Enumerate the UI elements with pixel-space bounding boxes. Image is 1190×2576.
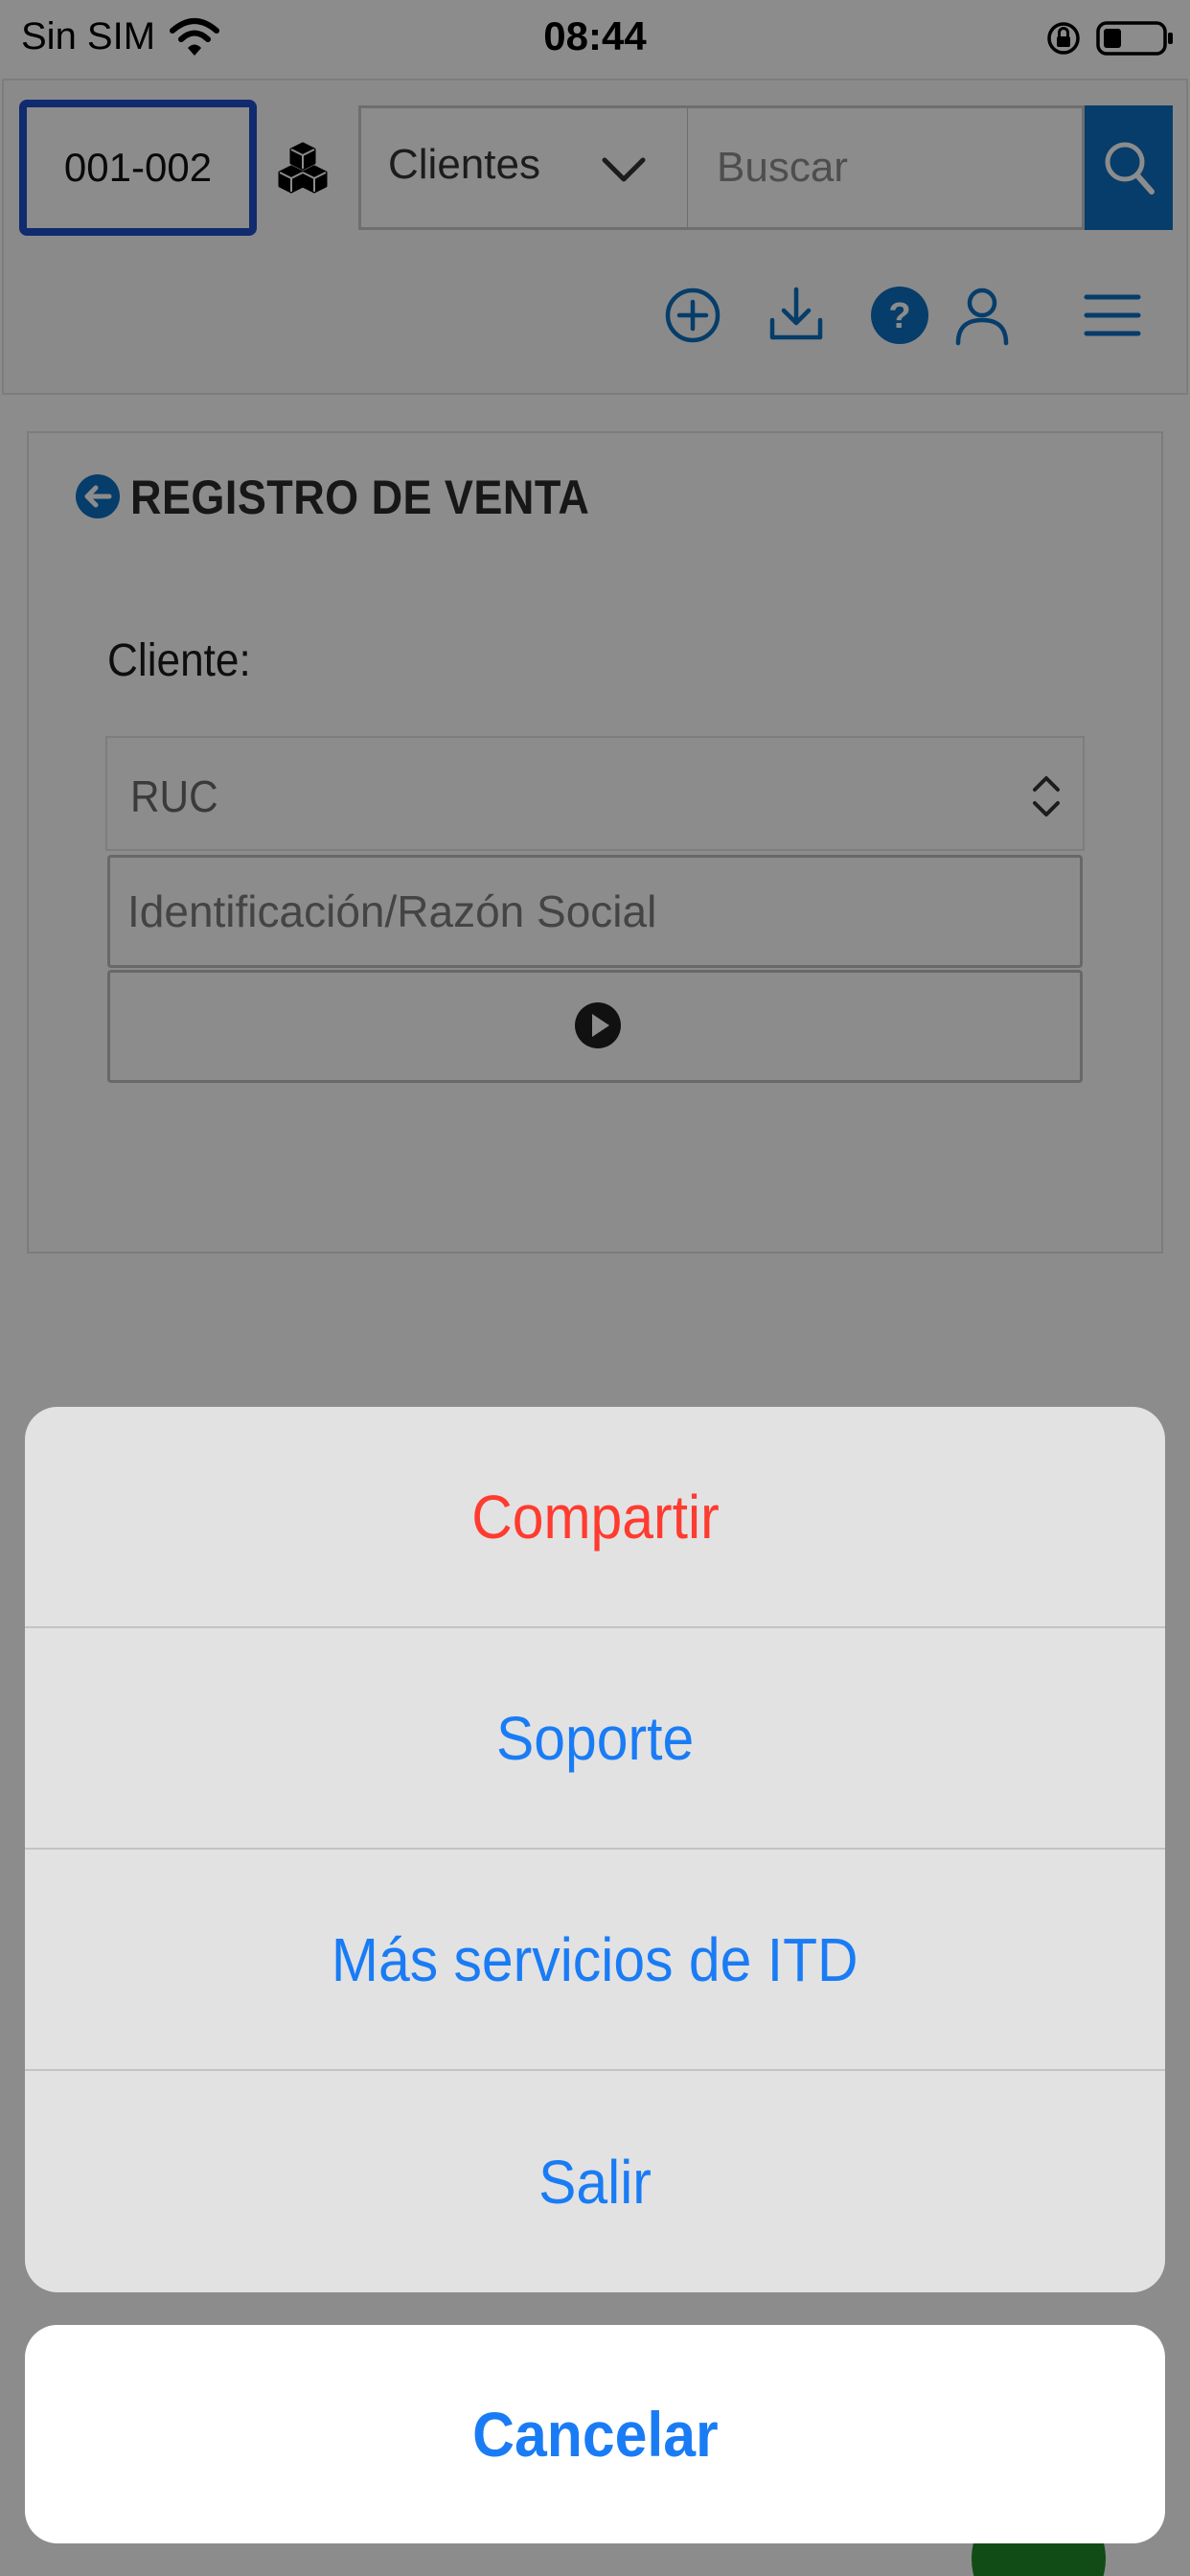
logout-action-label: Salir [538,2147,652,2217]
action-sheet: Compartir Soporte Más servicios de ITD S… [25,1407,1165,2292]
cancel-button[interactable]: Cancelar [25,2325,1165,2543]
share-action[interactable]: Compartir [25,1407,1165,1628]
support-action-label: Soporte [495,1703,695,1773]
logout-action[interactable]: Salir [25,2071,1165,2292]
share-action-label: Compartir [470,1482,720,1552]
more-services-action[interactable]: Más servicios de ITD [25,1850,1165,2071]
support-action[interactable]: Soporte [25,1628,1165,1850]
more-services-action-label: Más servicios de ITD [332,1924,858,1994]
cancel-button-label: Cancelar [471,2399,719,2470]
